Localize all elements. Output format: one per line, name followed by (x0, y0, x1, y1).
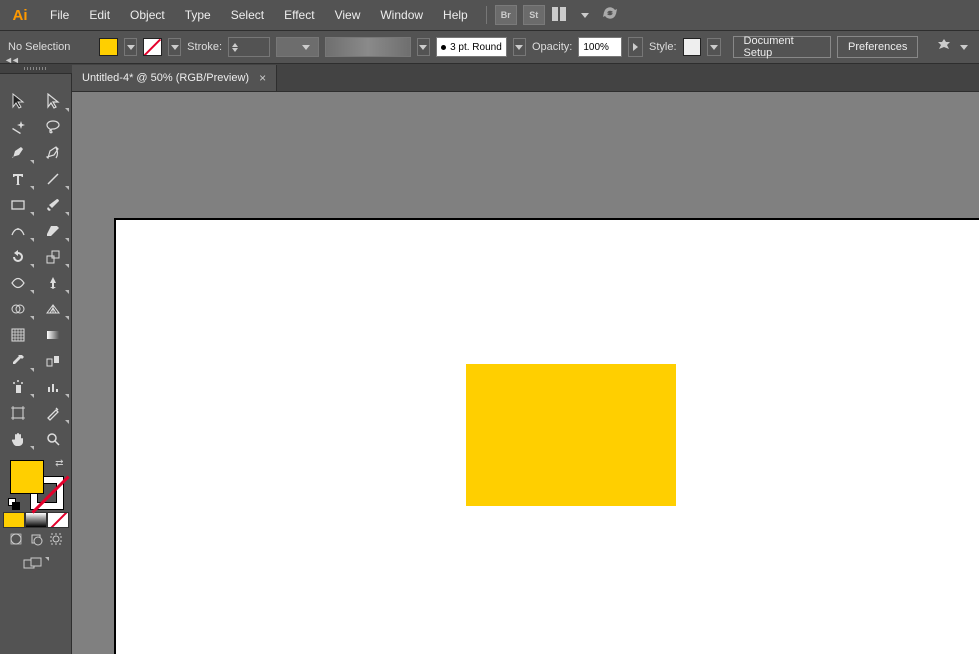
eraser-tool[interactable] (36, 218, 72, 244)
close-tab-icon[interactable]: × (259, 71, 266, 85)
free-transform-tool[interactable] (36, 270, 72, 296)
tools-collapse-grip[interactable]: ◄◄ (0, 64, 72, 74)
fill-swatch[interactable] (99, 38, 118, 56)
opacity-label: Opacity: (532, 41, 572, 53)
brush-dot-icon (441, 45, 446, 50)
arrange-dropdown-icon[interactable] (581, 13, 589, 18)
color-mode-solid[interactable] (3, 512, 25, 528)
color-mode-none[interactable] (47, 512, 69, 528)
rectangle-tool[interactable] (0, 192, 36, 218)
fill-box[interactable] (10, 460, 44, 494)
document-tab-title: Untitled-4* @ 50% (RGB/Preview) (82, 72, 249, 84)
fill-dropdown[interactable] (124, 38, 137, 56)
sync-settings-icon[interactable] (601, 5, 619, 26)
color-mode-row (0, 512, 71, 528)
selection-tool[interactable] (0, 88, 36, 114)
app-logo: Ai (6, 4, 34, 26)
curvature-tool[interactable] (36, 140, 72, 166)
rotate-tool[interactable] (0, 244, 36, 270)
style-dropdown[interactable] (707, 38, 720, 56)
stroke-label: Stroke: (187, 41, 222, 53)
line-segment-tool[interactable] (36, 166, 72, 192)
tools-panel: ⇄ (0, 74, 72, 654)
type-tool[interactable] (0, 166, 36, 192)
width-tool[interactable] (0, 270, 36, 296)
stroke-dropdown[interactable] (168, 38, 181, 56)
menu-bar: Ai File Edit Object Type Select Effect V… (0, 0, 979, 30)
artboard-tool[interactable] (0, 400, 36, 426)
menu-type[interactable]: Type (175, 3, 221, 27)
document-setup-button[interactable]: Document Setup (733, 36, 831, 58)
style-label: Style: (649, 41, 677, 53)
menu-view[interactable]: View (325, 3, 371, 27)
paintbrush-tool[interactable] (36, 192, 72, 218)
hand-tool[interactable] (0, 426, 36, 452)
brush-preset-field[interactable]: 3 pt. Round (436, 37, 507, 57)
color-mode-gradient[interactable] (25, 512, 47, 528)
blend-tool[interactable] (36, 348, 72, 374)
draw-mode-row (0, 532, 71, 549)
document-tab[interactable]: Untitled-4* @ 50% (RGB/Preview) × (72, 65, 277, 91)
stock-button[interactable]: St (523, 5, 545, 25)
menu-effect[interactable]: Effect (274, 3, 324, 27)
artboard[interactable] (114, 218, 979, 654)
shaper-tool[interactable] (0, 218, 36, 244)
opacity-field[interactable]: 100% (578, 37, 622, 57)
variable-width-profile[interactable] (276, 37, 319, 57)
column-graph-tool[interactable] (36, 374, 72, 400)
panel-menu-icon[interactable] (936, 38, 952, 57)
symbol-sprayer-tool[interactable] (0, 374, 36, 400)
scale-tool[interactable] (36, 244, 72, 270)
eyedropper-tool[interactable] (0, 348, 36, 374)
menu-window[interactable]: Window (370, 3, 433, 27)
yellow-rectangle-shape[interactable] (466, 364, 676, 506)
bridge-button[interactable]: Br (495, 5, 517, 25)
zoom-tool[interactable] (36, 426, 72, 452)
draw-behind-icon[interactable] (29, 532, 43, 549)
selection-status: No Selection (8, 41, 70, 53)
stroke-weight-field[interactable] (228, 37, 270, 57)
stroke-swatch[interactable] (143, 38, 162, 56)
menu-object[interactable]: Object (120, 3, 175, 27)
default-fill-stroke-icon[interactable] (8, 498, 20, 510)
collapse-arrows-icon: ◄◄ (4, 55, 18, 65)
canvas-area[interactable] (72, 92, 979, 654)
menu-edit[interactable]: Edit (79, 3, 120, 27)
brush-dropdown[interactable] (417, 38, 430, 56)
magic-wand-tool[interactable] (0, 114, 36, 140)
brush-preset-dropdown[interactable] (513, 38, 526, 56)
opacity-more[interactable] (628, 37, 643, 57)
draw-normal-icon[interactable] (9, 532, 23, 549)
screen-mode-icon[interactable] (0, 557, 71, 571)
separator (486, 6, 487, 24)
document-tab-bar: Untitled-4* @ 50% (RGB/Preview) × (72, 64, 979, 92)
draw-inside-icon[interactable] (49, 532, 63, 549)
panel-menu-dropdown[interactable] (958, 38, 971, 56)
gradient-tool[interactable] (36, 322, 72, 348)
fill-stroke-indicator[interactable]: ⇄ (8, 458, 64, 510)
mesh-tool[interactable] (0, 322, 36, 348)
slice-tool[interactable] (36, 400, 72, 426)
brush-definition[interactable] (325, 37, 411, 57)
perspective-grid-tool[interactable] (36, 296, 72, 322)
direct-selection-tool[interactable] (36, 88, 72, 114)
pen-tool[interactable] (0, 140, 36, 166)
menu-select[interactable]: Select (221, 3, 274, 27)
preferences-button[interactable]: Preferences (837, 36, 918, 58)
brush-preset-label: 3 pt. Round (450, 42, 502, 53)
arrange-documents-icon[interactable] (551, 6, 573, 24)
control-bar: No Selection Stroke: 3 pt. Round Opacity… (0, 30, 979, 64)
swap-fill-stroke-icon[interactable]: ⇄ (55, 458, 63, 469)
shape-builder-tool[interactable] (0, 296, 36, 322)
menu-file[interactable]: File (40, 3, 79, 27)
graphic-style-swatch[interactable] (683, 38, 702, 56)
lasso-tool[interactable] (36, 114, 72, 140)
menu-help[interactable]: Help (433, 3, 478, 27)
